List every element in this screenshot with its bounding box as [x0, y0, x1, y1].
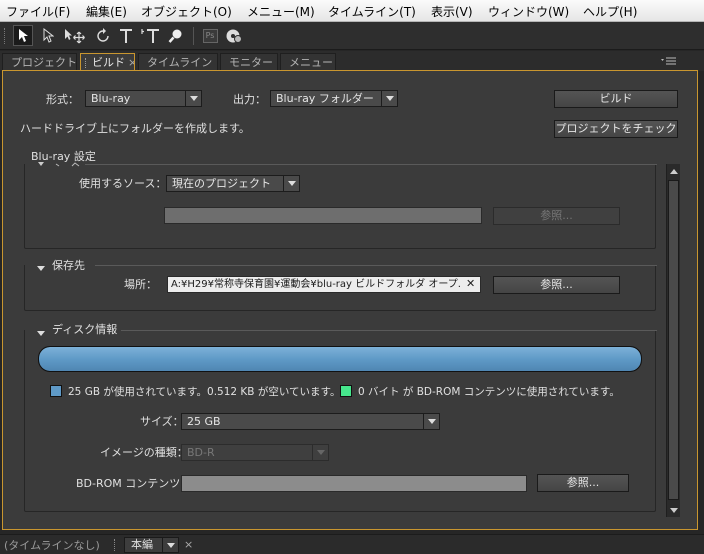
- chevron-down-icon[interactable]: [162, 538, 178, 552]
- menu-view[interactable]: 表示(V): [431, 3, 473, 20]
- tab-menu[interactable]: メニュー: [280, 53, 336, 71]
- image-type-label: イメージの種類：: [100, 446, 188, 459]
- menu-edit[interactable]: 編集(E): [86, 3, 127, 20]
- zoom-tool-icon[interactable]: [166, 25, 186, 46]
- output-value: Blu-ray フォルダー: [276, 92, 374, 105]
- source-value: 現在のプロジェクト: [172, 177, 271, 190]
- image-type-value: BD-R: [187, 446, 215, 459]
- location-browse-button[interactable]: 参照...: [493, 276, 620, 294]
- collapse-triangle-icon[interactable]: [37, 327, 45, 340]
- chevron-down-icon: [283, 176, 299, 191]
- source-dropdown[interactable]: 現在のプロジェクト: [166, 175, 300, 192]
- menu-bar: ファイル(F) 編集(E) オブジェクト(O) メニュー(M) タイムライン(T…: [0, 0, 704, 22]
- menu-help[interactable]: ヘルプ(H): [583, 3, 637, 20]
- group-line: [121, 330, 657, 331]
- group-line: [85, 164, 657, 165]
- bdrom-usage-text: 0 バイト が BD-ROM コンテンツに使用されています。: [358, 386, 620, 398]
- toolbar-divider: [193, 27, 194, 45]
- format-value: Blu-ray: [91, 92, 131, 105]
- panel-menu-icon[interactable]: [660, 55, 678, 67]
- scroll-up-icon[interactable]: [667, 164, 680, 178]
- size-value: 25 GB: [187, 415, 221, 428]
- format-label: 形式：: [46, 93, 79, 106]
- group-line: [95, 265, 657, 266]
- collapsed-header-remnant-icon: [38, 162, 80, 167]
- photoshop-label: Ps: [202, 28, 218, 43]
- sequence-label: 本編: [131, 538, 153, 551]
- output-label: 出力：: [233, 93, 266, 106]
- toolbar-grip: [4, 28, 8, 44]
- collapse-triangle-icon[interactable]: [37, 262, 45, 275]
- disc-info-header: ディスク情報: [52, 323, 118, 336]
- disc-usage-bar: [38, 346, 642, 372]
- tab-project-label: プロジェクト: [11, 56, 77, 69]
- save-header: 保存先: [52, 259, 85, 272]
- chevron-down-icon: [312, 445, 328, 460]
- used-text: 25 GB が使用されています。0.512 KB が空いています。: [68, 386, 341, 398]
- bdrom-content-field[interactable]: [181, 475, 527, 492]
- menu-object[interactable]: オブジェクト(O): [141, 3, 232, 20]
- photoshop-icon[interactable]: Ps: [200, 25, 220, 46]
- tab-project[interactable]: プロジェクト: [2, 53, 77, 71]
- preview-disc-icon[interactable]: [224, 25, 244, 46]
- close-icon[interactable]: ×: [184, 538, 193, 551]
- scrollbar-thumb[interactable]: [668, 180, 679, 500]
- source-path-field: [164, 207, 482, 224]
- horizontal-text-tool-icon[interactable]: [116, 25, 136, 46]
- scroll-down-icon[interactable]: [667, 503, 680, 517]
- source-label: 使用するソース：: [79, 177, 167, 190]
- tab-timeline-label: タイムライン: [147, 56, 213, 69]
- tab-monitor-label: モニター: [229, 56, 273, 69]
- direct-select-tool-icon[interactable]: [38, 25, 58, 46]
- build-button[interactable]: ビルド: [554, 90, 678, 108]
- clear-field-icon[interactable]: ✕: [466, 277, 475, 290]
- menu-menu[interactable]: メニュー(M): [247, 3, 315, 20]
- vertical-text-tool-icon[interactable]: [140, 25, 162, 46]
- tab-build[interactable]: ビルド×: [80, 53, 135, 71]
- tab-menu-label: メニュー: [289, 56, 333, 69]
- location-label: 場所：: [124, 278, 157, 291]
- tab-monitor[interactable]: モニター: [220, 53, 278, 71]
- toolbar: Ps: [0, 22, 704, 50]
- check-project-button[interactable]: プロジェクトをチェック: [554, 120, 678, 138]
- disc-usage-fill: [39, 347, 641, 371]
- size-label: サイズ：: [140, 415, 184, 428]
- selection-tool-icon[interactable]: [13, 25, 33, 46]
- grip-icon: [114, 539, 119, 551]
- tab-timeline[interactable]: タイムライン: [138, 53, 218, 71]
- sequence-tab[interactable]: 本編: [124, 537, 179, 553]
- bdrom-color-swatch: [340, 385, 352, 397]
- panel-tab-bar: プロジェクト ビルド× タイムライン モニター メニュー: [0, 51, 704, 71]
- build-panel: 形式： Blu-ray 出力： Blu-ray フォルダー ビルド ハードドライ…: [2, 70, 698, 530]
- no-timeline-text: (タイムラインなし): [4, 539, 100, 552]
- bdrom-content-label: BD-ROM コンテンツ：: [76, 477, 192, 490]
- location-field[interactable]: A:¥H29¥常称寺保育園¥運動会¥blu-ray ビルドフォルダ オープ.: [167, 276, 481, 293]
- info-text: ハードドライブ上にフォルダーを作成します。: [20, 122, 250, 135]
- tab-close-icon[interactable]: ×: [128, 56, 134, 69]
- chevron-down-icon: [185, 91, 201, 106]
- used-color-swatch: [50, 385, 62, 397]
- chevron-down-icon: [423, 414, 439, 429]
- location-value: A:¥H29¥常称寺保育園¥運動会¥blu-ray ビルドフォルダ オープ.: [171, 279, 461, 290]
- status-bar: (タイムラインなし) 本編 ×: [0, 534, 704, 554]
- output-dropdown[interactable]: Blu-ray フォルダー: [270, 90, 398, 107]
- tab-grip-icon: [85, 58, 89, 68]
- vertical-scrollbar[interactable]: [666, 164, 680, 517]
- source-browse-button[interactable]: 参照...: [493, 207, 620, 225]
- rotate-tool-icon[interactable]: [93, 25, 113, 46]
- image-type-dropdown[interactable]: BD-R: [181, 444, 329, 461]
- chevron-down-icon: [381, 91, 397, 106]
- menu-window[interactable]: ウィンドウ(W): [488, 3, 569, 20]
- size-dropdown[interactable]: 25 GB: [181, 413, 440, 430]
- format-dropdown[interactable]: Blu-ray: [85, 90, 202, 107]
- tab-build-label: ビルド: [92, 56, 125, 69]
- move-tool-icon[interactable]: [62, 25, 88, 46]
- menu-file[interactable]: ファイル(F): [6, 3, 70, 20]
- bdrom-browse-button[interactable]: 参照...: [537, 474, 629, 492]
- menu-timeline[interactable]: タイムライン(T): [328, 3, 416, 20]
